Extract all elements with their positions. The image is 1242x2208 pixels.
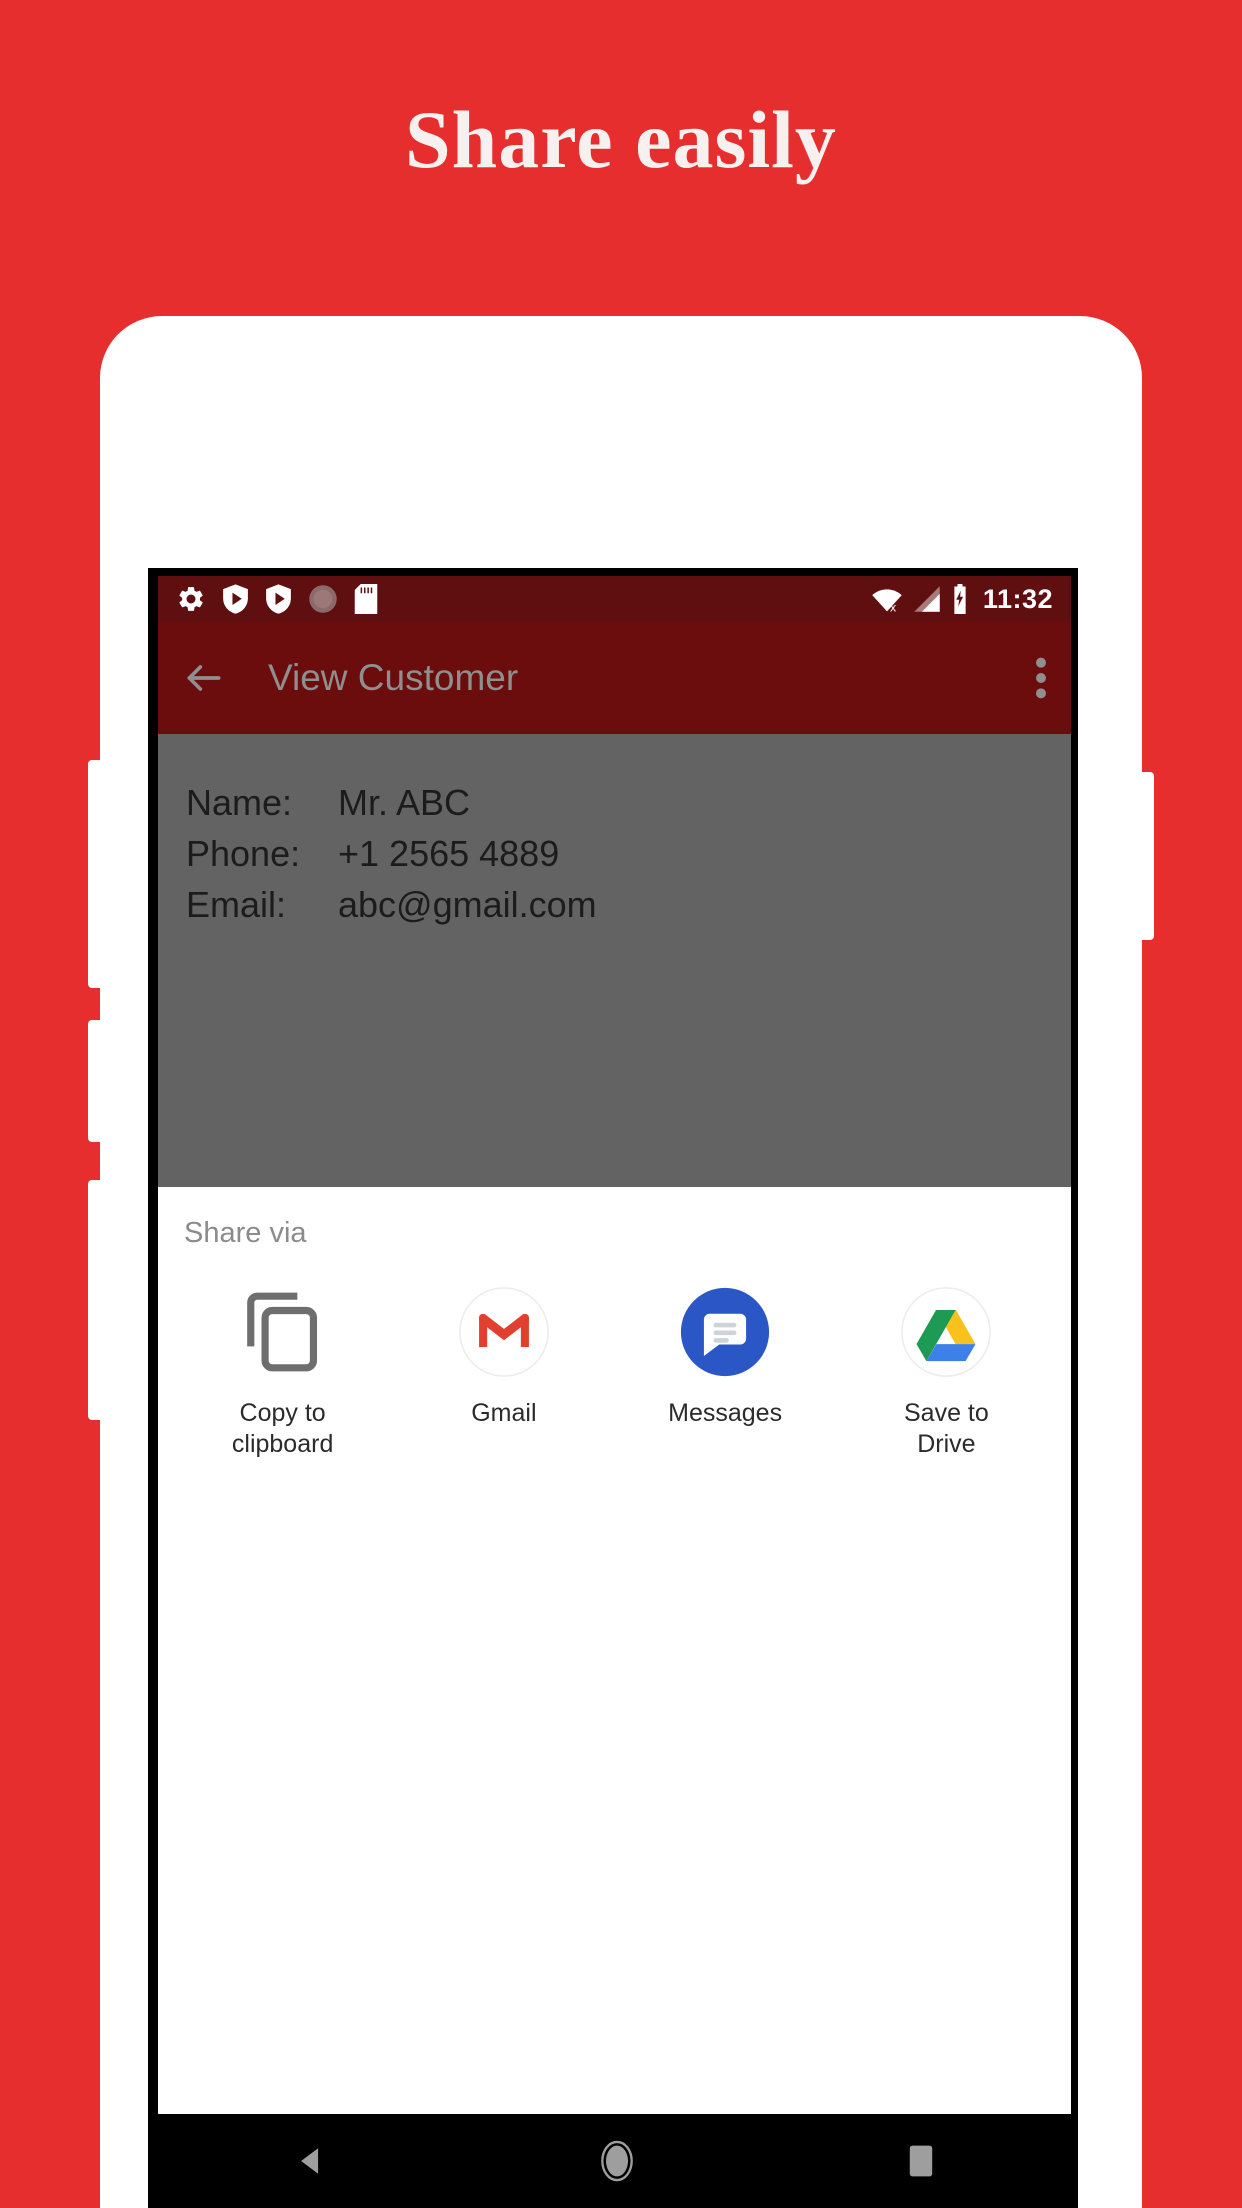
detail-row: Phone: +1 2565 4889	[186, 833, 1043, 875]
back-nav-button[interactable]	[294, 2144, 328, 2178]
svg-text:x: x	[890, 600, 897, 613]
phone-screen: x 11:32 View Customer Name: Mr. ABC Phon…	[158, 576, 1071, 2114]
recents-nav-button[interactable]	[907, 2144, 935, 2178]
wifi-off-icon: x	[872, 589, 902, 613]
detail-label-email: Email:	[186, 884, 287, 925]
gmail-icon	[459, 1287, 549, 1377]
gear-icon	[179, 587, 203, 611]
detail-value-email: abc@gmail.com	[338, 884, 597, 925]
copy-to-clipboard-icon	[246, 1292, 317, 1372]
share-target-label: Messages	[668, 1399, 783, 1427]
share-icon-container	[456, 1284, 552, 1380]
detail-row: Email: abc@gmail.com	[186, 884, 1043, 926]
share-target-label: Copy to clipboard	[231, 1399, 334, 1458]
share-target-save-to-drive[interactable]: Save to Drive	[836, 1284, 1057, 1459]
status-bar-right-icons: x 11:32	[871, 584, 1053, 615]
battery-charging-icon	[954, 584, 966, 614]
share-target-messages[interactable]: Messages	[615, 1284, 836, 1459]
status-bar-left-icons	[176, 584, 871, 614]
share-target-grid: Copy to clipboard Gmail Messages Save to…	[158, 1284, 1071, 1459]
detail-row: Name: Mr. ABC	[186, 782, 1043, 824]
app-bar-title: View Customer	[268, 657, 519, 698]
home-nav-button[interactable]	[599, 2139, 635, 2183]
play-shield-icon	[266, 584, 291, 614]
messages-icon	[681, 1287, 770, 1377]
share-target-label: Save to Drive	[903, 1399, 989, 1458]
android-nav-bar	[158, 2114, 1071, 2208]
share-sheet: Share via Copy to clipboard Gmail Messag…	[158, 1187, 1071, 1459]
google-drive-icon	[901, 1287, 992, 1377]
customer-details-panel: Name: Mr. ABC Phone: +1 2565 4889 Email:…	[158, 734, 1071, 1187]
share-target-gmail[interactable]: Gmail	[393, 1284, 614, 1459]
play-shield-icon	[223, 584, 248, 614]
sd-card-icon	[354, 584, 378, 614]
detail-value-name: Mr. ABC	[338, 782, 471, 823]
share-icon-container	[898, 1284, 994, 1380]
share-sheet-title: Share via	[184, 1217, 307, 1249]
share-target-label: Gmail	[471, 1399, 537, 1427]
share-icon-container	[677, 1284, 773, 1380]
page-headline: Share easily	[405, 94, 837, 185]
status-bar: x 11:32	[158, 576, 1071, 622]
back-arrow-icon[interactable]	[182, 656, 226, 700]
app-bar: View Customer	[158, 622, 1071, 734]
detail-label-phone: Phone:	[186, 833, 301, 874]
circle-sync-icon	[309, 585, 337, 613]
detail-label-name: Name:	[186, 782, 293, 823]
share-target-copy-to-clipboard[interactable]: Copy to clipboard	[172, 1284, 393, 1459]
detail-value-phone: +1 2565 4889	[338, 833, 560, 874]
share-icon-container	[235, 1284, 331, 1380]
status-bar-clock: 11:32	[982, 583, 1053, 614]
overflow-menu-icon[interactable]	[1035, 655, 1047, 701]
signal-icon	[914, 586, 940, 612]
